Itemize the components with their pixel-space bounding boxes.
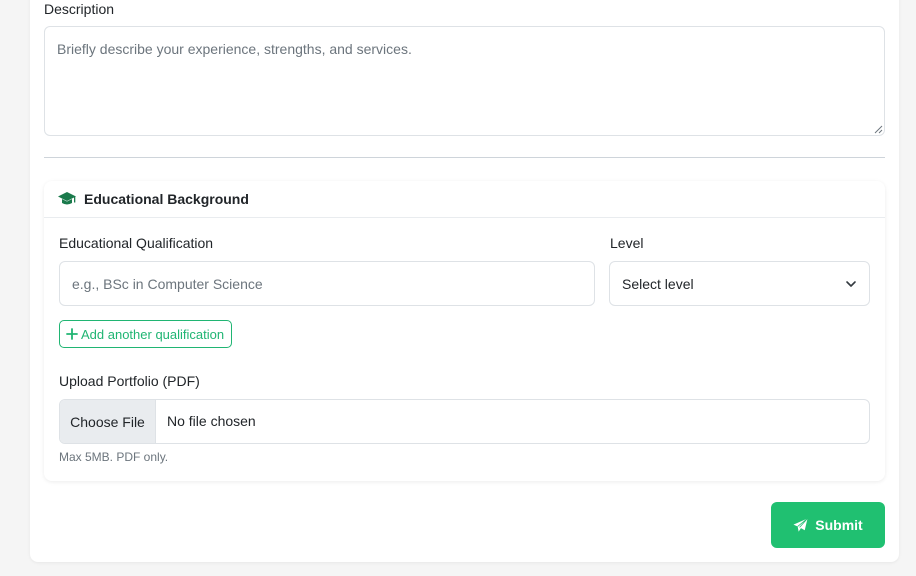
add-qualification-button[interactable]: Add another qualification xyxy=(59,320,233,348)
educational-background-panel: Educational Background Educational Quali… xyxy=(44,181,885,481)
submit-label: Submit xyxy=(815,517,863,533)
portfolio-label: Upload Portfolio (PDF) xyxy=(59,373,200,389)
file-hint-text: Max 5MB. PDF only. xyxy=(59,450,169,464)
plus-icon xyxy=(66,328,78,340)
paper-plane-icon xyxy=(793,517,809,532)
level-label: Level xyxy=(610,235,644,251)
graduation-cap-icon xyxy=(58,192,76,205)
chevron-down-icon xyxy=(846,281,856,287)
description-label: Description xyxy=(44,1,115,17)
portfolio-file-input[interactable]: Choose File No file chosen xyxy=(59,399,870,444)
qualification-input[interactable] xyxy=(59,261,595,306)
choose-file-button[interactable]: Choose File xyxy=(60,400,156,443)
panel-header: Educational Background xyxy=(44,181,885,218)
submit-button[interactable]: Submit xyxy=(771,502,885,548)
section-divider xyxy=(44,157,885,158)
resize-grip-icon[interactable] xyxy=(873,124,883,134)
description-textarea[interactable] xyxy=(44,26,885,136)
file-status-text: No file chosen xyxy=(167,413,256,429)
level-selected-value: Select level xyxy=(622,276,694,292)
level-select[interactable]: Select level xyxy=(609,261,870,306)
panel-title: Educational Background xyxy=(84,191,249,207)
qualification-label: Educational Qualification xyxy=(59,235,214,251)
add-qualification-label: Add another qualification xyxy=(81,326,225,342)
